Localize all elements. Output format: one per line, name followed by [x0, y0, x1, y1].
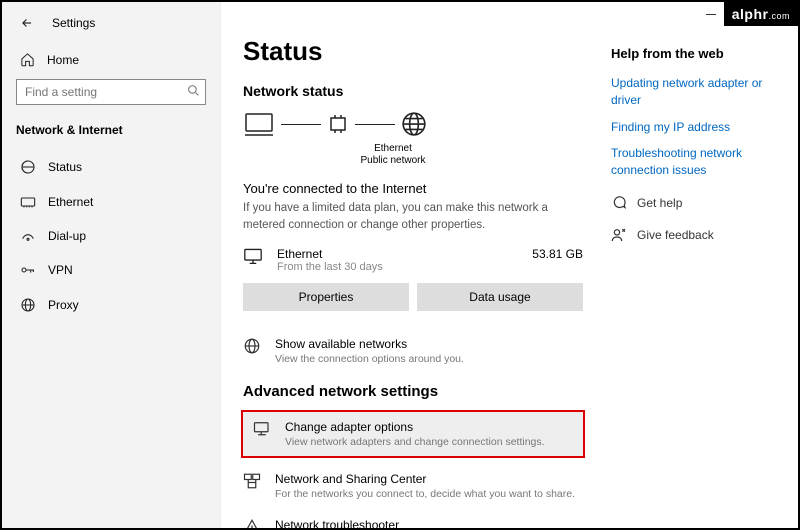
- search-icon: [187, 84, 200, 100]
- page-title: Status: [243, 36, 583, 67]
- data-usage-button[interactable]: Data usage: [417, 283, 583, 311]
- globe-icon: [401, 111, 427, 137]
- connected-title: You're connected to the Internet: [243, 181, 583, 196]
- nav-label: Status: [48, 160, 82, 174]
- network-diagram: [243, 111, 583, 137]
- sidebar-item-ethernet[interactable]: Ethernet: [2, 185, 220, 219]
- sidebar: Settings Home Network & Internet Status: [2, 2, 221, 528]
- app-title: Settings: [52, 16, 95, 30]
- sharing-center-item[interactable]: Network and Sharing Center For the netwo…: [243, 472, 583, 500]
- diagram-label: Ethernet Public network: [293, 143, 493, 167]
- dialup-icon: [20, 229, 36, 243]
- watermark: alphr.com: [724, 2, 798, 26]
- monitor-icon: [243, 247, 263, 265]
- adapter-options-icon: [253, 420, 271, 436]
- sidebar-item-vpn[interactable]: VPN: [2, 253, 220, 287]
- show-networks-item[interactable]: Show available networks View the connect…: [243, 337, 583, 365]
- back-icon[interactable]: [20, 16, 34, 30]
- search-input[interactable]: [16, 79, 206, 105]
- troubleshooter-item[interactable]: Network troubleshooter Diagnose and fix …: [243, 518, 583, 529]
- status-icon: [20, 159, 36, 175]
- feedback-icon: [611, 227, 627, 243]
- home-label: Home: [47, 53, 79, 67]
- nav-label: Ethernet: [48, 195, 93, 209]
- adapter-name: Ethernet: [277, 247, 383, 261]
- adapter-usage: 53.81 GB: [532, 247, 583, 261]
- warning-icon: [243, 518, 261, 529]
- advanced-title: Advanced network settings: [243, 383, 583, 400]
- home-nav[interactable]: Home: [2, 44, 220, 79]
- category-label: Network & Internet: [2, 119, 220, 149]
- connected-desc: If you have a limited data plan, you can…: [243, 200, 583, 235]
- show-networks-sub: View the connection options around you.: [275, 353, 464, 365]
- show-networks-title: Show available networks: [275, 337, 464, 351]
- adapter-options-sub: View network adapters and change connect…: [285, 436, 545, 448]
- nav-label: VPN: [48, 263, 73, 277]
- vpn-icon: [20, 264, 36, 276]
- adapter-sub: From the last 30 days: [277, 261, 383, 273]
- chat-icon: [611, 195, 627, 211]
- change-adapter-options-item[interactable]: Change adapter options View network adap…: [241, 410, 585, 458]
- properties-button[interactable]: Properties: [243, 283, 409, 311]
- nav-label: Dial-up: [48, 229, 86, 243]
- troubleshooter-title: Network troubleshooter: [275, 518, 442, 529]
- nav-label: Proxy: [48, 298, 79, 312]
- sidebar-item-dialup[interactable]: Dial-up: [2, 219, 220, 253]
- help-link-adapter[interactable]: Updating network adapter or driver: [611, 75, 776, 109]
- help-link-troubleshoot[interactable]: Troubleshooting network connection issue…: [611, 145, 776, 179]
- sidebar-item-proxy[interactable]: Proxy: [2, 287, 220, 323]
- adapter-icon: [327, 113, 349, 135]
- sharing-icon: [243, 472, 261, 490]
- proxy-icon: [20, 297, 36, 313]
- get-help-link[interactable]: Get help: [611, 195, 776, 211]
- sharing-sub: For the networks you connect to, decide …: [275, 488, 575, 500]
- globe-icon: [243, 337, 261, 355]
- ethernet-icon: [20, 195, 36, 209]
- home-icon: [20, 52, 35, 67]
- section-network-status: Network status: [243, 83, 583, 99]
- help-title: Help from the web: [611, 46, 776, 61]
- minimize-button[interactable]: [706, 14, 716, 15]
- pc-icon: [243, 111, 275, 137]
- adapter-options-title: Change adapter options: [285, 420, 545, 434]
- sharing-title: Network and Sharing Center: [275, 472, 575, 486]
- help-link-ip[interactable]: Finding my IP address: [611, 119, 776, 136]
- give-feedback-link[interactable]: Give feedback: [611, 227, 776, 243]
- sidebar-item-status[interactable]: Status: [2, 149, 220, 185]
